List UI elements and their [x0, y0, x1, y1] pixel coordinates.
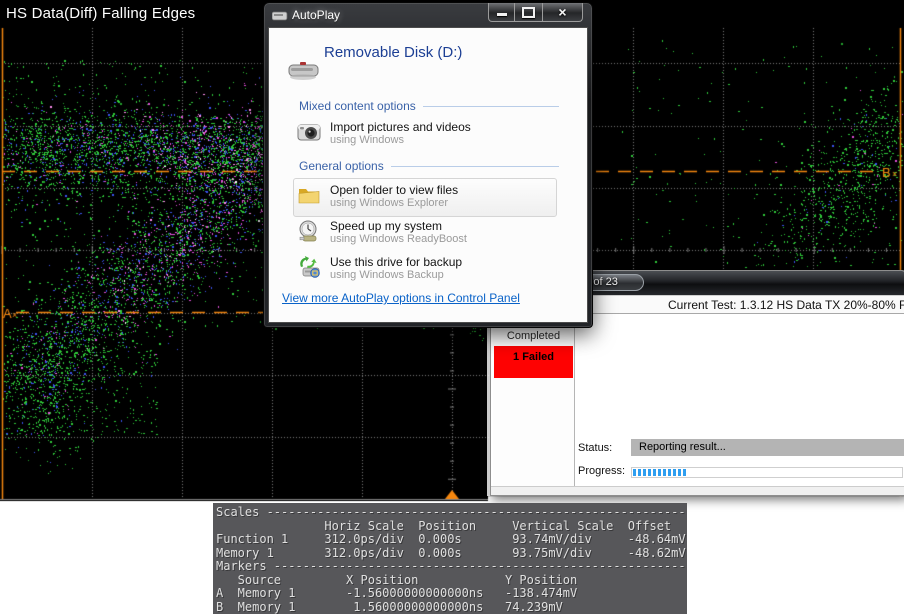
folder-icon: [297, 183, 321, 207]
close-button[interactable]: ×: [542, 3, 583, 22]
item-title: Speed up my system: [330, 219, 467, 233]
autoplay-dialog: AutoPlay × Removable Disk (D:) Mixed con…: [263, 2, 593, 328]
view-more-autoplay-link[interactable]: View more AutoPlay options in Control Pa…: [282, 291, 520, 305]
test-window-footer: [491, 486, 904, 495]
close-icon: ×: [558, 5, 566, 19]
item-title: Open folder to view files: [330, 183, 458, 197]
autoplay-title: AutoPlay: [292, 8, 340, 22]
section-label: Mixed content options: [299, 99, 416, 113]
section-rule: [423, 106, 559, 107]
section-label: General options: [299, 159, 384, 173]
scales-line: Source X Position Y Position: [216, 574, 687, 588]
item-title: Use this drive for backup: [330, 255, 462, 269]
readyboost-icon: [297, 219, 321, 243]
autoplay-item-backup[interactable]: Use this drive for backup using Windows …: [297, 255, 462, 282]
item-subtitle: using Windows: [330, 134, 471, 147]
autoplay-item-open-folder[interactable]: Open folder to view files using Windows …: [297, 183, 458, 210]
section-rule: [391, 166, 559, 167]
scope-title: HS Data(Diff) Falling Edges: [6, 5, 195, 22]
item-subtitle: using Windows Backup: [330, 269, 462, 282]
autoplay-titlebar[interactable]: AutoPlay ×: [264, 3, 592, 27]
section-mixed-content: Mixed content options: [299, 99, 559, 113]
scales-line: Scales ---------------------------------…: [216, 506, 687, 520]
scales-line: B Memory 1 1.56000000000000ns 74.239mV: [216, 601, 687, 614]
status-value: Reporting result...: [631, 439, 904, 456]
item-title: Import pictures and videos: [330, 120, 471, 134]
autoplay-body: Removable Disk (D:) Mixed content option…: [268, 27, 588, 323]
status-label: Status:: [578, 442, 612, 454]
removable-disk-icon: [287, 57, 321, 83]
minimize-button[interactable]: [488, 3, 515, 22]
camera-icon: [297, 120, 321, 144]
test-status-column: Completed 1 Failed: [493, 316, 575, 486]
backup-icon: [297, 255, 321, 279]
scales-line: Markers --------------------------------…: [216, 560, 687, 574]
minimize-icon: [497, 13, 507, 16]
item-subtitle: using Windows Explorer: [330, 197, 458, 210]
section-general-options: General options: [299, 159, 559, 173]
drive-icon: [272, 10, 288, 21]
maximize-button[interactable]: [515, 3, 542, 22]
scales-markers-panel: Scales ---------------------------------…: [213, 503, 687, 614]
item-subtitle: using Windows ReadyBoost: [330, 233, 467, 246]
progress-bar-fill: [633, 469, 687, 476]
scales-line: Horiz Scale Position Vertical Scale Offs…: [216, 520, 687, 534]
failed-badge: 1 Failed: [494, 346, 573, 378]
autoplay-item-speed-up[interactable]: Speed up my system using Windows ReadyBo…: [297, 219, 467, 246]
scales-line: Function 1 312.0ps/div 0.000s 93.74mV/di…: [216, 533, 687, 547]
progress-label: Progress:: [578, 465, 625, 477]
scales-line: Memory 1 312.0ps/div 0.000s 93.75mV/div …: [216, 547, 687, 561]
window-controls: ×: [488, 3, 583, 22]
scales-line: A Memory 1 -1.56000000000000ns -138.474m…: [216, 587, 687, 601]
autoplay-heading: Removable Disk (D:): [324, 44, 462, 61]
autoplay-item-import-pictures[interactable]: Import pictures and videos using Windows: [297, 120, 471, 147]
maximize-icon: [522, 7, 535, 18]
completed-label: Completed: [493, 330, 574, 342]
progress-bar: [631, 467, 903, 478]
